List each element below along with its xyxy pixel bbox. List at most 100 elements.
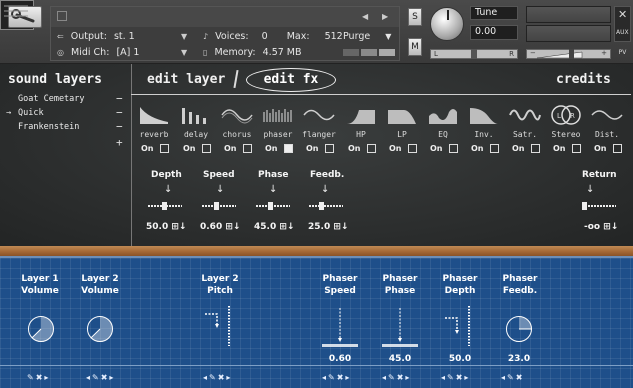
phaser-depth-control[interactable] [443,306,477,348]
instrument-name-bar[interactable]: ◀ ▶ [51,7,399,27]
phaser-phase-slider[interactable] [382,306,418,348]
remove-layer-button[interactable]: − [116,120,123,133]
fx-on-checkbox[interactable] [160,144,169,153]
midi-channel-selector[interactable]: ◎ Midi Ch: [A] 1 [57,47,139,58]
fx-on-checkbox[interactable] [325,144,334,153]
memory-display: ▯ Memory: 4.57 MB [203,47,302,58]
fx-on-checkbox[interactable] [408,144,417,153]
fx-on-checkbox[interactable] [490,144,499,153]
chorus-icon[interactable] [221,104,253,126]
depth-slider[interactable] [148,202,182,210]
feedback-slider[interactable] [309,202,343,210]
down-arrow-icon: ↓ [164,184,173,195]
remove-layer-button[interactable]: − [116,92,123,105]
output-selector[interactable]: ⇐ Output: st. 1 [57,31,135,42]
bp-controls[interactable]: ◂✎✖▸ [86,373,115,382]
layer2-pitch-control[interactable] [203,306,237,348]
distortion-icon[interactable] [591,104,623,126]
bp-label: Phaser Feedb. [502,274,538,296]
layer2-volume-knob[interactable] [86,315,114,343]
bp-controls[interactable]: ◂✎✖▸ [203,373,232,382]
tab-edit-fx[interactable]: edit fx [246,68,336,92]
bp-value: 0.60 [328,354,352,364]
phase-slider[interactable] [256,202,290,210]
fx-on-label: On [389,144,402,153]
layer-item[interactable]: Goat Cemetary [18,94,85,104]
eq-icon[interactable] [427,104,459,126]
pv-button[interactable]: PV [614,46,631,60]
lowpass-icon[interactable] [386,104,418,126]
fx-on-checkbox[interactable] [449,144,458,153]
pan-handle[interactable] [471,49,477,59]
fx-on-checkbox[interactable] [284,144,293,153]
fx-on-label: On [141,144,154,153]
fx-on-label: On [183,144,196,153]
midi-dropdown-icon[interactable]: ▼ [181,48,187,57]
purge-button[interactable]: Purge ▼ [343,31,391,42]
tab-edit-layer[interactable]: edit layer [147,72,225,87]
inverter-icon[interactable] [468,104,500,126]
fx-on-checkbox[interactable] [572,144,581,153]
param-label-return: Return [582,170,617,180]
down-arrow-icon: ↓ [216,184,225,195]
fx-label: reverb [139,130,169,139]
bp-label: Phaser Speed [322,274,358,296]
solo-button[interactable]: S [408,8,422,26]
tune-value[interactable]: 0.00 [470,25,518,40]
add-layer-button[interactable]: + [116,136,123,149]
tab-underline [131,94,631,95]
remove-layer-button[interactable]: − [116,106,123,119]
pan-slider[interactable]: L R [430,49,518,59]
fx-on-checkbox[interactable] [202,144,211,153]
blueprint-panel: Layer 1 Volume Layer 2 Volume Layer 2 Pi… [0,256,633,388]
flanger-icon[interactable] [303,104,335,126]
tab-credits[interactable]: credits [556,72,611,87]
fx-label: Satr. [512,130,538,139]
bp-controls[interactable]: ◂✎✖▸ [382,373,411,382]
fx-on-checkbox[interactable] [243,144,252,153]
voices-display: ♪ Voices: 0 Max: 512 [203,31,343,42]
bp-controls[interactable]: ◂✎✖▸ [322,373,351,382]
layer1-volume-knob[interactable] [27,315,55,343]
next-arrow-icon[interactable]: ▶ [382,12,388,21]
delay-icon[interactable] [180,104,212,126]
speed-slider[interactable] [202,202,236,210]
return-slider[interactable] [582,202,616,210]
sound-layers-title: sound layers [8,72,102,87]
bp-controls[interactable]: ◂✎✖ [501,373,524,382]
output-dropdown-icon[interactable]: ▼ [181,32,187,41]
param-value-phase: 45.0 ⊞↓ [254,222,295,232]
bp-controls[interactable]: ✎✖▸ [27,373,50,382]
fx-on-label: On [224,144,237,153]
highpass-icon[interactable] [345,104,377,126]
fx-on-checkbox[interactable] [367,144,376,153]
param-value-speed: 0.60 ⊞↓ [200,222,241,232]
saturation-icon[interactable] [509,104,541,126]
phaser-speed-slider[interactable] [322,306,358,348]
fx-label: EQ [438,130,448,139]
layer-item[interactable]: Frankenstein [18,122,79,132]
tune-knob[interactable] [430,7,464,41]
fx-label: phaser [263,130,293,139]
fx-on-checkbox[interactable] [613,144,622,153]
tune-label: Tune [470,6,518,20]
layer-item[interactable]: → Quick [6,108,44,118]
volume-handle[interactable] [569,49,574,59]
mute-button[interactable]: M [408,38,422,56]
volume-slider[interactable]: − + [526,49,611,59]
stereo-icon[interactable]: LR [550,104,582,126]
memory-icon: ▯ [203,48,208,57]
fx-on-checkbox[interactable] [531,144,540,153]
reverb-icon[interactable] [138,104,170,126]
param-value-depth: 50.0 ⊞↓ [146,222,187,232]
output-icon: ⇐ [57,32,64,41]
close-instrument-button[interactable]: ✕ AUX [614,6,631,42]
bp-label: Layer 2 Pitch [201,274,239,296]
prev-arrow-icon[interactable]: ◀ [362,12,368,21]
bp-label: Layer 1 Volume [21,274,59,296]
down-arrow-icon: ↓ [269,184,278,195]
phaser-feedback-knob[interactable] [505,315,533,343]
bp-controls[interactable]: ◂✎✖▸ [441,373,470,382]
fx-label: flanger [302,130,336,139]
phaser-icon[interactable] [262,104,294,126]
